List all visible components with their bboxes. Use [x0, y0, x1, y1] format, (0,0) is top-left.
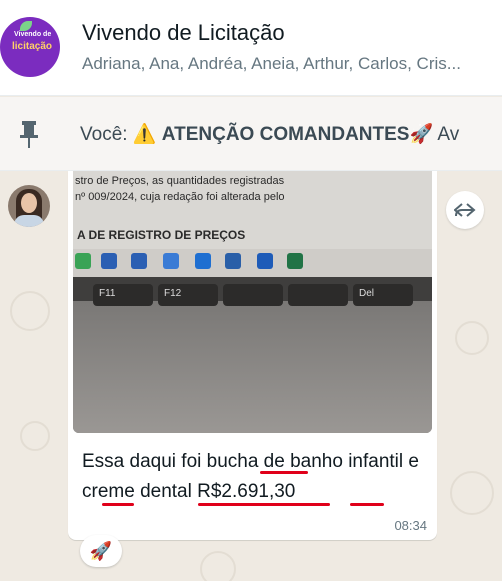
taskbar-icon [75, 253, 91, 269]
taskbar-icon [257, 253, 273, 269]
highlight-underline [198, 503, 330, 506]
pin-icon[interactable] [16, 119, 42, 149]
group-members: Adriana, Ana, Andréa, Aneia, Arthur, Car… [82, 54, 461, 73]
background-doodle [450, 471, 494, 515]
photo-key: Del [353, 284, 413, 306]
message-caption: Essa daqui foi bucha de banho infantil e… [82, 451, 419, 502]
taskbar-icon [131, 253, 147, 269]
background-doodle [200, 551, 236, 581]
forward-icon [454, 203, 476, 217]
photo-key [288, 284, 348, 306]
pinned-title: ATENÇÃO COMANDANTES [161, 124, 410, 145]
highlight-underline [102, 503, 134, 506]
pinned-trailing: Av [437, 124, 460, 145]
background-doodle [455, 321, 489, 355]
taskbar-icon [287, 253, 303, 269]
photo-doc-line: nº 009/2024, cuja redação foi alterada p… [75, 191, 285, 203]
photo-key: F12 [158, 284, 218, 306]
pinned-sender: Você: [80, 124, 128, 145]
background-doodle [20, 421, 50, 451]
photo-key: F11 [93, 284, 153, 306]
photo-taskbar [73, 249, 432, 277]
message-time: 08:34 [394, 518, 427, 533]
photo-keyboard [73, 301, 432, 433]
sender-avatar[interactable] [8, 185, 50, 227]
message-bubble[interactable]: stro de Preços, as quantidades registrad… [68, 171, 437, 540]
group-avatar[interactable]: Vivendo de licitação [0, 17, 60, 77]
taskbar-icon [163, 253, 179, 269]
photo-doc-heading: A DE REGISTRO DE PREÇOS [77, 228, 246, 242]
highlight-underline [350, 503, 384, 506]
avatar-face [21, 193, 37, 213]
taskbar-icon [225, 253, 241, 269]
group-name: Vivendo de Licitação [82, 20, 285, 45]
warning-emoji: ⚠️ [132, 124, 157, 145]
background-doodle [10, 291, 50, 331]
avatar-body [14, 215, 44, 227]
pinned-message-text: Você: ⚠️ ATENÇÃO COMANDANTES🚀 Av [80, 122, 502, 146]
rocket-emoji: 🚀 [409, 124, 434, 145]
chat-area[interactable]: stro de Preços, as quantidades registrad… [0, 171, 502, 581]
pinned-message-bar[interactable]: Você: ⚠️ ATENÇÃO COMANDANTES🚀 Av [0, 97, 502, 171]
highlight-underline [260, 471, 308, 474]
taskbar-icon [195, 253, 211, 269]
photo-key [223, 284, 283, 306]
group-logo-line2: licitação [12, 41, 53, 52]
photo-doc-line: stro de Preços, as quantidades registrad… [75, 175, 285, 187]
chat-header[interactable]: Vivendo de licitação Vivendo de Licitaçã… [0, 0, 502, 96]
forward-button[interactable] [446, 191, 484, 229]
taskbar-icon [101, 253, 117, 269]
group-logo-line1: Vivendo de [14, 31, 52, 38]
message-reaction[interactable]: 🚀 [80, 535, 122, 567]
logo-leaf-icon [20, 21, 32, 31]
message-photo[interactable]: stro de Preços, as quantidades registrad… [73, 171, 432, 433]
